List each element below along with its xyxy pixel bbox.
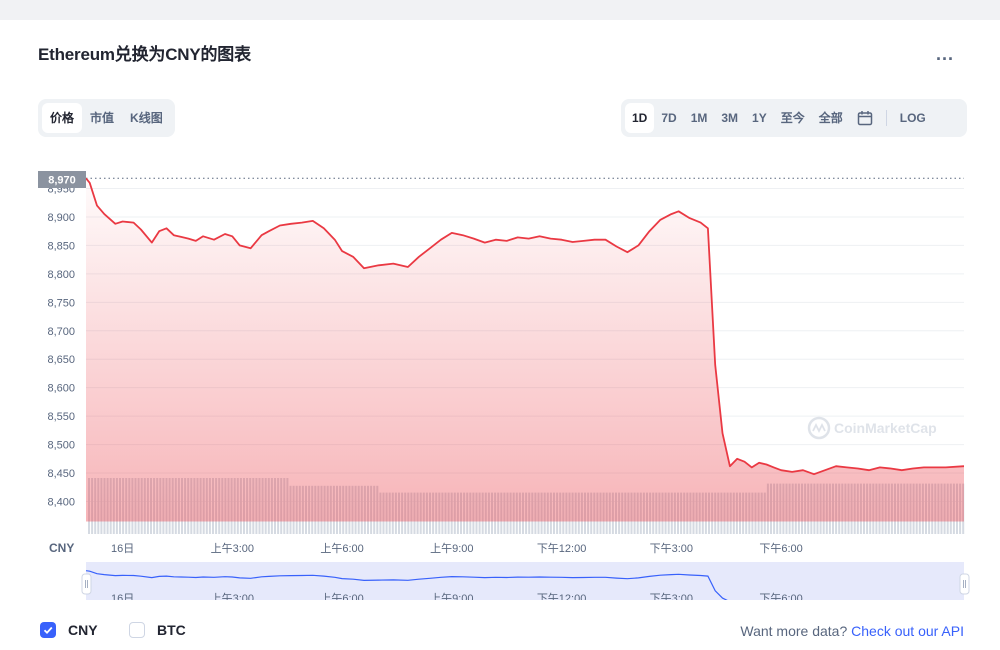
api-prompt-text: Want more data? — [740, 623, 852, 639]
x-tick-label: 下午12:00 — [537, 542, 587, 555]
x-tick-label: 16日 — [111, 543, 134, 555]
x-tick-label: 下午6:00 — [759, 542, 802, 555]
api-link[interactable]: Check out our API — [851, 623, 964, 639]
y-tick-label: 8,450 — [47, 468, 75, 480]
navigator-handle-right[interactable] — [959, 573, 970, 595]
navigator-tick-label: 上午9:00 — [430, 592, 473, 600]
coinmarketcap-logo-icon — [807, 416, 831, 440]
navigator-tick-label: 16日 — [111, 593, 134, 600]
price-chart[interactable]: 8,9508,9008,8508,8008,7508,7008,6508,600… — [0, 0, 1000, 600]
y-tick-label: 8,700 — [47, 326, 75, 338]
currency-label: CNY — [49, 541, 74, 555]
navigator-tick-label: 上午3:00 — [211, 592, 254, 600]
current-price-tag: 8,970 — [38, 171, 86, 188]
y-tick-label: 8,800 — [47, 269, 75, 281]
watermark: CoinMarketCap — [807, 416, 937, 440]
y-axis: 8,9508,9008,8508,8008,7508,7008,6508,600… — [47, 184, 75, 509]
price-area — [86, 178, 964, 522]
y-tick-label: 8,750 — [47, 297, 75, 309]
x-tick-label: 上午6:00 — [320, 542, 363, 555]
navigator-tick-label: 下午3:00 — [650, 592, 693, 600]
navigator-tick-label: 上午6:00 — [320, 592, 363, 600]
checkbox-unchecked-icon[interactable] — [129, 622, 145, 638]
watermark-text: CoinMarketCap — [834, 420, 937, 436]
y-tick-label: 8,550 — [47, 411, 75, 423]
navigator-tick-label: 下午12:00 — [537, 592, 587, 600]
x-tick-label: 上午9:00 — [430, 542, 473, 555]
legend-cny[interactable]: CNY — [40, 622, 98, 638]
x-axis: 16日 上午3:00 上午6:00 上午9:00 下午12:00 下午3:00 下午6:00 — [111, 542, 803, 555]
y-tick-label: 8,650 — [47, 354, 75, 366]
navigator-tick-label: 下午6:00 — [759, 592, 802, 600]
y-tick-label: 8,400 — [47, 497, 75, 509]
legend-btc-label: BTC — [157, 622, 186, 638]
checkbox-checked-icon[interactable] — [40, 622, 56, 638]
y-tick-label: 8,850 — [47, 240, 75, 252]
x-tick-label: 下午3:00 — [650, 542, 693, 555]
navigator-handle-left[interactable] — [81, 573, 92, 595]
y-tick-label: 8,900 — [47, 212, 75, 224]
y-tick-label: 8,600 — [47, 383, 75, 395]
y-tick-label: 8,500 — [47, 440, 75, 452]
current-price-tag-text: 8,970 — [48, 175, 76, 187]
x-tick-label: 上午3:00 — [211, 542, 254, 555]
legend-cny-label: CNY — [68, 622, 98, 638]
legend-btc[interactable]: BTC — [129, 622, 186, 638]
navigator: 16日 上午3:00 上午6:00 上午9:00 下午12:00 下午3:00 下午6:00 — [81, 562, 970, 600]
api-prompt: Want more data? Check out our API — [740, 623, 964, 639]
